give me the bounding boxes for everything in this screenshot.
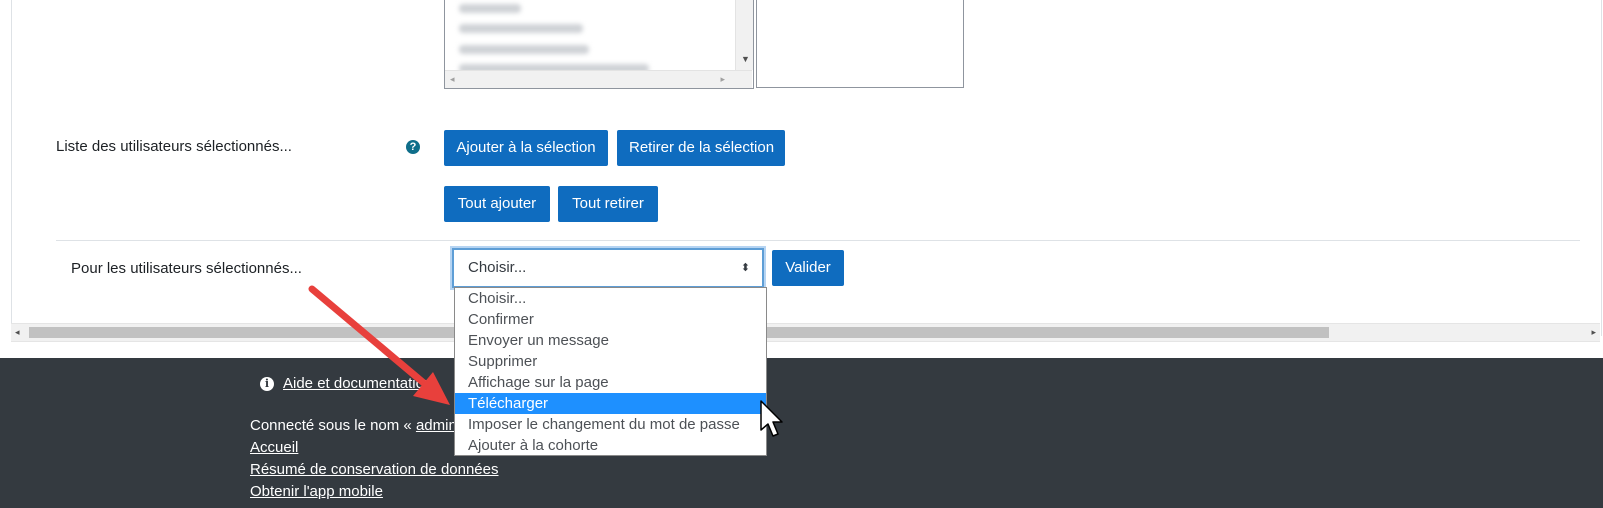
dropdown-option[interactable]: Ajouter à la cohorte — [455, 435, 766, 456]
dropdown-option[interactable]: Imposer le changement du mot de passe — [455, 414, 766, 435]
page-horizontal-scrollbar[interactable]: ◂ ▸ — [11, 323, 1600, 342]
mouse-cursor-icon — [760, 400, 783, 437]
bulk-action-label: Pour les utilisateurs sélectionnés... — [71, 260, 302, 277]
remove-all-button[interactable]: Tout retirer — [558, 186, 658, 222]
help-documentation-link[interactable]: Aide et documentation — [283, 375, 432, 392]
scroll-right-icon[interactable]: ▸ — [720, 74, 725, 85]
add-to-selection-button[interactable]: Ajouter à la sélection — [444, 130, 608, 166]
page-footer: i Aide et documentation Connecté sous le… — [0, 358, 1603, 508]
add-all-button[interactable]: Tout ajouter — [444, 186, 550, 222]
listbox-vertical-scrollbar[interactable]: ▼ — [735, 0, 753, 70]
listbox-horizontal-scrollbar[interactable]: ◂ ▸ — [445, 70, 752, 88]
logged-in-prefix: Connecté sous le nom « — [250, 417, 416, 434]
blurred-user-entry[interactable] — [459, 45, 589, 54]
help-icon[interactable]: ? — [406, 140, 420, 154]
mobile-app-link[interactable]: Obtenir l'app mobile — [250, 483, 383, 500]
username-link[interactable]: admin — [416, 417, 457, 434]
dropdown-option[interactable]: Supprimer — [455, 351, 766, 372]
separator — [56, 240, 1580, 241]
dropdown-option[interactable]: Choisir... — [455, 288, 766, 309]
remove-from-selection-button[interactable]: Retirer de la sélection — [617, 130, 785, 166]
info-icon: i — [260, 377, 274, 391]
blurred-user-entry[interactable] — [459, 4, 521, 13]
scroll-right-icon[interactable]: ▸ — [1591, 327, 1596, 338]
select-current-value: Choisir... — [468, 259, 527, 276]
select-caret-icon: ⬍ — [740, 262, 750, 274]
dropdown-option[interactable]: Envoyer un message — [455, 330, 766, 351]
selected-users-listbox[interactable] — [756, 0, 964, 88]
submit-button[interactable]: Valider — [772, 250, 844, 286]
data-retention-link[interactable]: Résumé de conservation de données — [250, 461, 499, 478]
dropdown-option[interactable]: Télécharger — [455, 393, 766, 414]
scroll-left-icon[interactable]: ◂ — [15, 327, 20, 338]
selected-users-label: Liste des utilisateurs sélectionnés... — [56, 138, 292, 155]
dropdown-option[interactable]: Affichage sur la page — [455, 372, 766, 393]
available-users-listbox[interactable]: ▼ ◂ ▸ — [444, 0, 754, 89]
bulk-action-dropdown-list[interactable]: Choisir... Confirmer Envoyer un message Sup… — [454, 287, 767, 456]
dropdown-option[interactable]: Confirmer — [455, 309, 766, 330]
scroll-left-icon[interactable]: ◂ — [450, 74, 455, 85]
home-link[interactable]: Accueil — [250, 439, 298, 456]
logged-in-text: Connecté sous le nom « admin — [250, 417, 457, 434]
blurred-user-entry[interactable] — [459, 24, 583, 33]
bulk-action-select[interactable]: Choisir... ⬍ — [452, 248, 764, 288]
scroll-down-icon[interactable]: ▼ — [741, 55, 750, 64]
